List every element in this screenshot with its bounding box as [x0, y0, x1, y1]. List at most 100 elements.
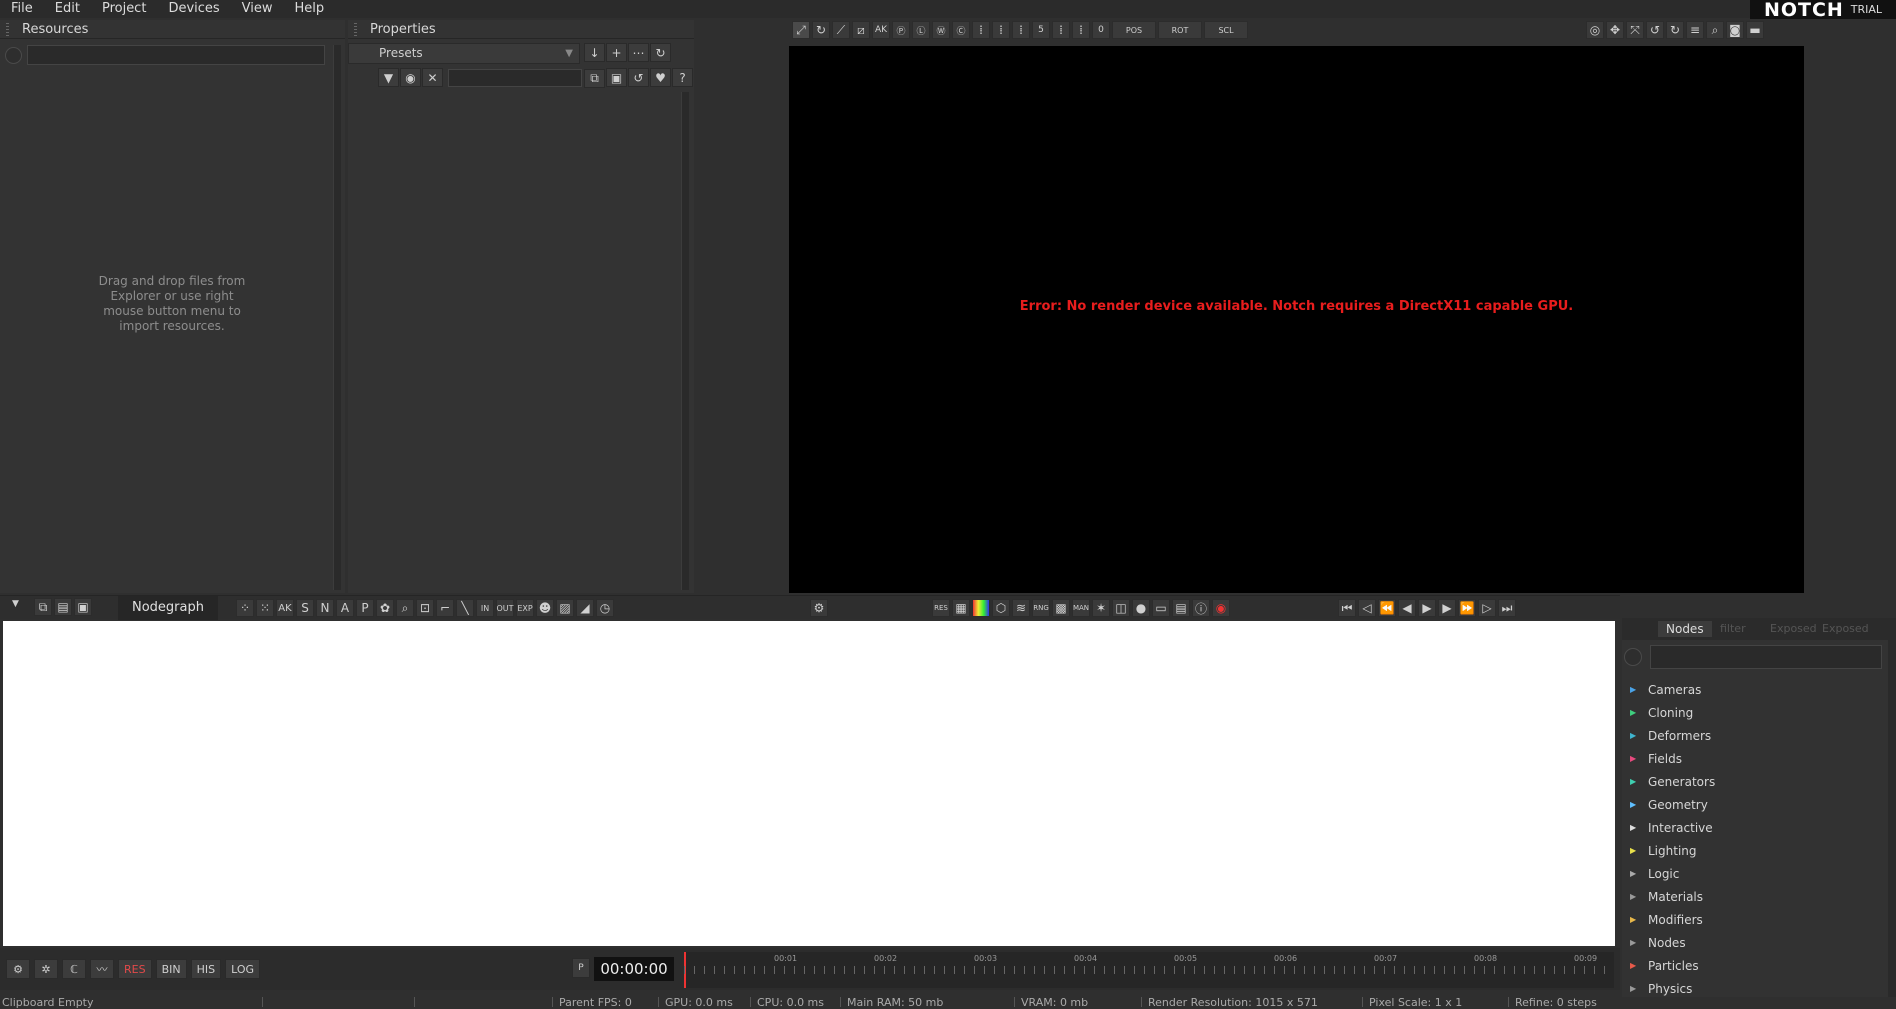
presets-dropdown[interactable]: Presets ▼ [348, 43, 580, 64]
properties-filter-input[interactable] [448, 69, 582, 87]
menu-project[interactable]: Project [91, 0, 157, 18]
ak-button[interactable]: AK [276, 599, 294, 617]
color-toggle-icon[interactable] [972, 599, 990, 617]
man-toggle[interactable]: MAN [1072, 599, 1090, 617]
roll-icon[interactable]: ↻ [1666, 21, 1684, 39]
zoom-icon[interactable]: ⊡ [416, 599, 434, 617]
settings-icon[interactable]: ⚙ [6, 959, 30, 979]
tab-exposed[interactable]: Exposed [1770, 622, 1817, 635]
sphere-toggle-icon[interactable]: ● [1132, 599, 1150, 617]
rewind-icon[interactable]: ⏪ [1378, 599, 1396, 617]
layout-2-icon[interactable]: ▤ [54, 598, 72, 616]
grid-toggle-icon[interactable]: ▦ [952, 599, 970, 617]
grid-2-icon[interactable]: ⁞ [992, 21, 1010, 39]
image-toggle-icon[interactable]: ▭ [1152, 599, 1170, 617]
step-forward-icon[interactable]: ▶ [1438, 599, 1456, 617]
node-category-generators[interactable]: ▶ Generators [1622, 770, 1888, 793]
c-tool-icon[interactable]: Ⓒ [952, 21, 970, 39]
clock-icon[interactable]: ◷ [596, 599, 614, 617]
menu-view[interactable]: View [231, 0, 284, 18]
node-category-deformers[interactable]: ▶ Deformers [1622, 724, 1888, 747]
scl-lock-icon[interactable]: SCL [1204, 21, 1248, 39]
help-icon[interactable]: ? [672, 68, 693, 87]
more-icon[interactable]: ⋯ [628, 43, 649, 62]
star-toggle-icon[interactable]: ✶ [1092, 599, 1110, 617]
user-icon[interactable]: ☻ [536, 599, 554, 617]
settings-icon[interactable]: ✿ [376, 599, 394, 617]
target-icon[interactable]: ◎ [1586, 21, 1604, 39]
fit-icon[interactable]: ⤧ [1626, 21, 1644, 39]
l-tool-icon[interactable]: Ⓛ [912, 21, 930, 39]
minimize-icon[interactable]: ▬ [1746, 21, 1764, 39]
scale-tool-icon[interactable]: ⟋ [832, 21, 850, 39]
zoom-icon[interactable]: ⌕ [1706, 21, 1724, 39]
skip-end-icon[interactable]: ⏭ [1498, 599, 1516, 617]
node-category-particles[interactable]: ▶ Particles [1622, 954, 1888, 977]
node-category-cloning[interactable]: ▶ Cloning [1622, 701, 1888, 724]
skip-start-icon[interactable]: ⏮ [1338, 599, 1356, 617]
menu-edit[interactable]: Edit [44, 0, 91, 18]
record-toggle-icon[interactable]: ◉ [1212, 599, 1230, 617]
step-back-icon[interactable]: ◀ [1398, 599, 1416, 617]
target-icon[interactable]: ◉ [400, 68, 421, 87]
play-icon[interactable]: ▶ [1418, 599, 1436, 617]
menu-file[interactable]: File [0, 0, 44, 18]
nodegraph-tab[interactable]: Nodegraph [118, 596, 218, 620]
grid-snap2-icon[interactable]: ⁙ [256, 599, 274, 617]
p-button[interactable]: P [356, 599, 374, 617]
tab-exposed-2[interactable]: Exposed [1822, 622, 1869, 635]
node-category-modifiers[interactable]: ▶ Modifiers [1622, 908, 1888, 931]
camera-icon[interactable]: ◙ [1726, 21, 1744, 39]
log-button[interactable]: LOG [225, 959, 261, 979]
resources-search-input[interactable] [27, 45, 325, 65]
line-icon[interactable]: ╲ [456, 599, 474, 617]
node-category-lighting[interactable]: ▶ Lighting [1622, 839, 1888, 862]
n-button[interactable]: N [316, 599, 334, 617]
viewport[interactable]: Error: No render device available. Notch… [789, 46, 1804, 593]
menu-devices[interactable]: Devices [157, 0, 230, 18]
grid-3-icon[interactable]: ⁞ [1012, 21, 1030, 39]
ak-tool-icon[interactable]: AK [872, 21, 890, 39]
grip-icon[interactable] [354, 23, 357, 36]
film-toggle-icon[interactable]: ▩ [1052, 599, 1070, 617]
prev-key-icon[interactable]: ◁ [1358, 599, 1376, 617]
p-tool-icon[interactable]: Ⓟ [892, 21, 910, 39]
layout-1-icon[interactable]: ⧉ [34, 598, 52, 616]
node-category-nodes[interactable]: ▶ Nodes [1622, 931, 1888, 954]
refresh-icon[interactable]: ↻ [650, 43, 671, 62]
transform-tool-icon[interactable]: ⧄ [852, 21, 870, 39]
p-button[interactable]: P [572, 958, 590, 978]
rot-lock-icon[interactable]: ROT [1158, 21, 1202, 39]
layout-3-icon[interactable]: ▣ [74, 598, 92, 616]
box-toggle-icon[interactable]: ◫ [1112, 599, 1130, 617]
nodes-scrollbar[interactable] [1888, 640, 1896, 1007]
grid-4-icon[interactable]: ⁞ [1052, 21, 1070, 39]
bin-button[interactable]: BIN [155, 959, 187, 979]
grid-1-icon[interactable]: ⁞ [972, 21, 990, 39]
step-icon[interactable]: ⌐ [436, 599, 454, 617]
grid-5-icon[interactable]: 5 [1032, 21, 1050, 39]
node-category-logic[interactable]: ▶ Logic [1622, 862, 1888, 885]
rng-toggle[interactable]: RNG [1032, 599, 1050, 617]
timeline[interactable]: 00:01 00:02 00:03 00:04 00:05 00:06 00:07 00:08… [684, 952, 1614, 988]
grip-icon[interactable] [6, 23, 9, 36]
ramp-icon[interactable]: ◢ [576, 599, 594, 617]
fast-forward-icon[interactable]: ⏩ [1458, 599, 1476, 617]
clear-icon[interactable]: ✕ [422, 68, 443, 87]
tab-nodes[interactable]: Nodes [1658, 621, 1712, 637]
res-button[interactable]: RES [118, 959, 152, 979]
node-category-fields[interactable]: ▶ Fields [1622, 747, 1888, 770]
menu-help[interactable]: Help [284, 0, 336, 18]
node-category-interactive[interactable]: ▶ Interactive [1622, 816, 1888, 839]
layers-toggle-icon[interactable]: ≋ [1012, 599, 1030, 617]
grid-0-icon[interactable]: 0 [1092, 21, 1110, 39]
menu-icon[interactable]: ≡ [1686, 21, 1704, 39]
pos-lock-icon[interactable]: POS [1112, 21, 1156, 39]
search-icon[interactable] [1624, 648, 1642, 666]
info-toggle-icon[interactable]: ⓘ [1192, 599, 1210, 617]
rotate-tool-icon[interactable]: ↻ [812, 21, 830, 39]
gear-icon[interactable]: ⚙ [810, 599, 828, 617]
properties-scrollbar[interactable] [681, 92, 689, 590]
res-toggle[interactable]: RES [932, 599, 950, 617]
audio-icon[interactable]: 〰 [90, 959, 114, 979]
